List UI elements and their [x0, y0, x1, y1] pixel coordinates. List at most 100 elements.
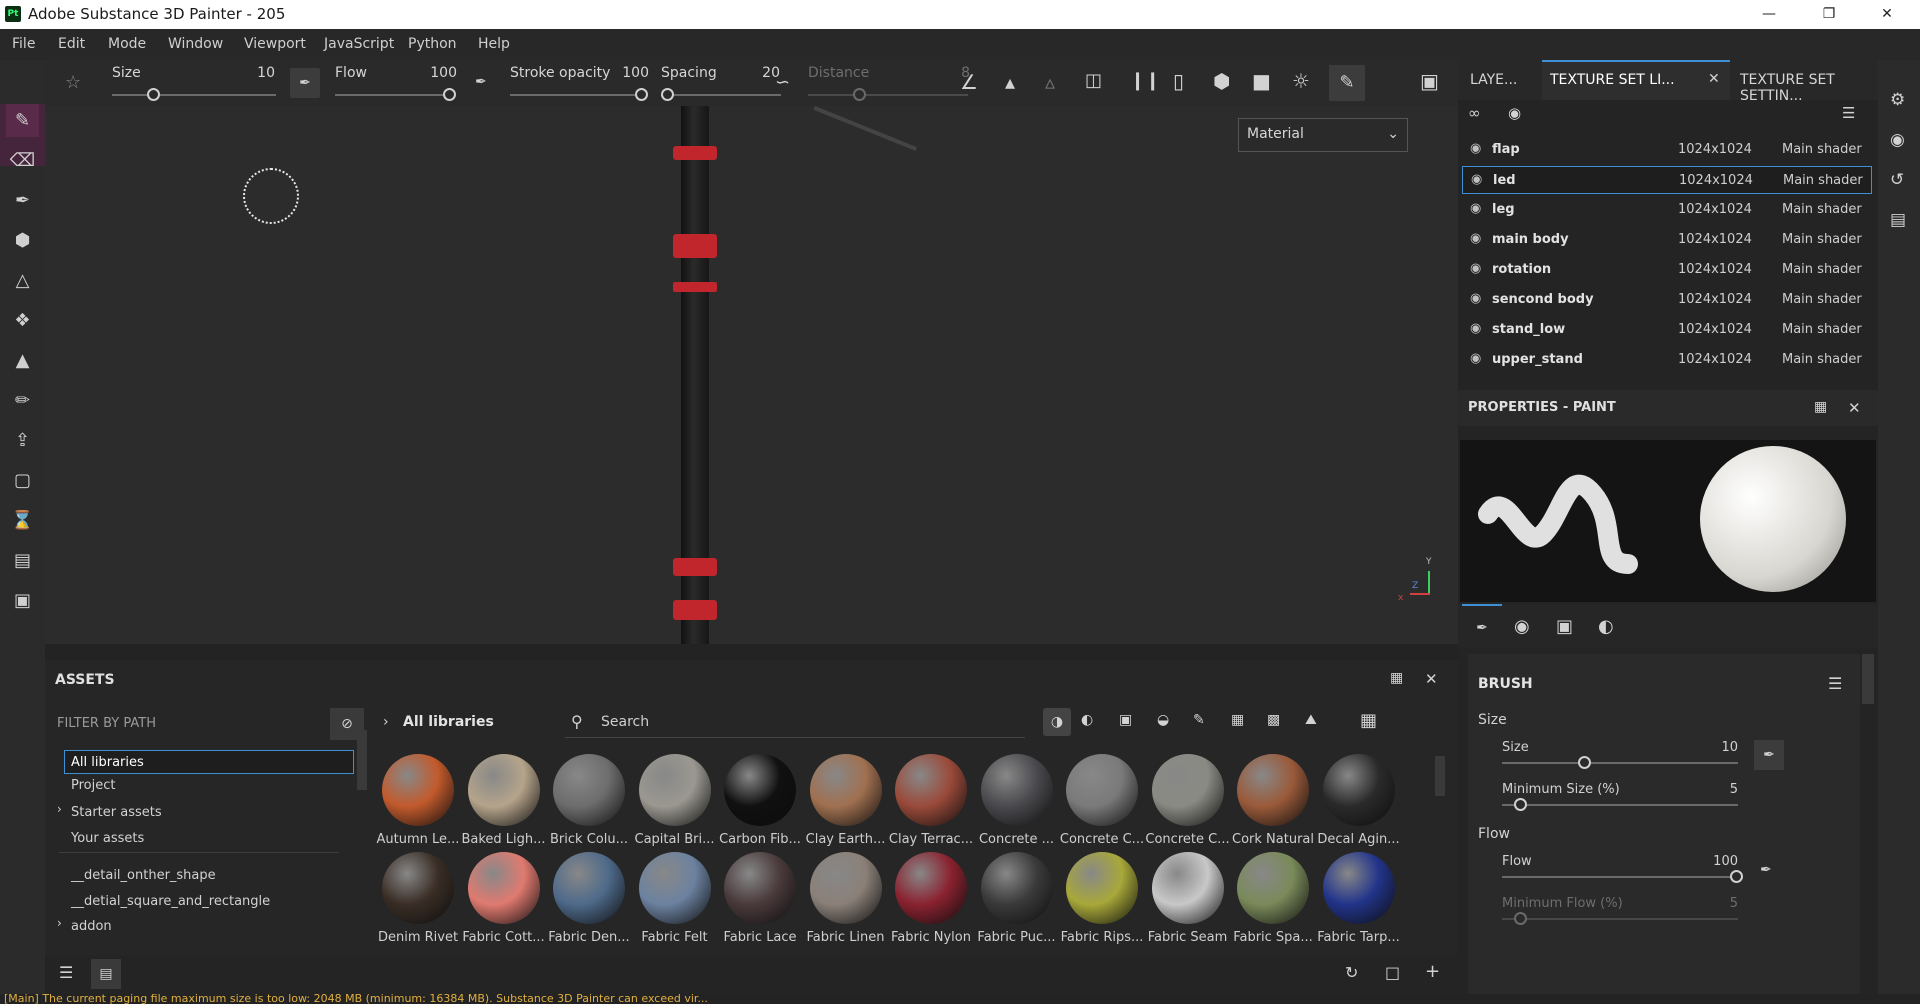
asset-tile[interactable]: Clay Earth...	[803, 754, 889, 847]
flow-value[interactable]: 100	[415, 65, 457, 81]
close-properties-icon[interactable]: ✕	[1848, 399, 1861, 417]
asset-tile[interactable]: Fabric Nylon	[888, 852, 974, 945]
menu-window[interactable]: Window	[168, 36, 223, 52]
texture-set-row[interactable]: ◉ sencond body 1024x1024 Main shader	[1462, 286, 1872, 314]
tree-item-detail-shape[interactable]: __detail_onther_shape	[71, 868, 216, 883]
close-window-icon[interactable]: ✕	[1864, 0, 1910, 29]
display-settings-icon[interactable]: ⚙	[1890, 90, 1905, 110]
prop-size-slider-handle[interactable]	[1578, 756, 1591, 769]
prop-min-size-slider[interactable]	[1502, 804, 1738, 806]
channel-select[interactable]: Material ⌄	[1238, 118, 1408, 152]
camera-frame-icon[interactable]: ▯	[1173, 69, 1184, 93]
texture-set-shader[interactable]: Main shader	[1783, 173, 1863, 188]
asset-tile[interactable]: Autumn Le...	[375, 754, 461, 847]
asset-tile[interactable]: Decal Agin...	[1316, 754, 1402, 847]
refresh-icon[interactable]: ↻	[1345, 963, 1358, 982]
expand-arrow-icon[interactable]: ›	[57, 916, 62, 930]
size-value[interactable]: 10	[235, 65, 275, 81]
menu-edit[interactable]: Edit	[58, 36, 85, 52]
distance-slider[interactable]	[808, 94, 968, 96]
texture-set-row[interactable]: ◉ upper_stand 1024x1024 Main shader	[1462, 346, 1872, 374]
asset-tile[interactable]: Fabric Puc...	[974, 852, 1060, 945]
prop-size-value[interactable]: 10	[1698, 740, 1738, 755]
tree-item-all-libraries[interactable]: All libraries	[64, 750, 354, 774]
menu-help[interactable]: Help	[478, 36, 510, 52]
asset-tile[interactable]: Concrete C...	[1145, 754, 1231, 847]
spacing-slider-handle[interactable]	[661, 88, 674, 101]
asset-tile[interactable]: Fabric Den...	[546, 852, 632, 945]
texture-set-shader[interactable]: Main shader	[1782, 322, 1862, 337]
asset-tile[interactable]: Concrete ...	[974, 754, 1060, 847]
eye-icon[interactable]: ◉	[1471, 172, 1482, 187]
grid-view-icon[interactable]: ▦	[1360, 710, 1377, 731]
cube-view-icon[interactable]: ⬢	[1213, 69, 1230, 93]
visibility-icon[interactable]: ◉	[1508, 104, 1521, 122]
paint-mode-icon[interactable]: ✎	[1329, 65, 1365, 101]
asset-tile[interactable]: Carbon Fib...	[717, 754, 803, 847]
shader-settings-icon[interactable]: ◉	[1890, 130, 1905, 150]
menu-icon[interactable]: ☰	[1842, 104, 1855, 122]
texture-set-row[interactable]: ◉ led 1024x1024 Main shader	[1462, 166, 1872, 194]
projection-icon[interactable]: ✒	[6, 184, 39, 217]
menu-file[interactable]: File	[12, 36, 35, 52]
stroke-opacity-slider-handle[interactable]	[635, 88, 648, 101]
video-camera-icon[interactable]: ■	[1252, 69, 1271, 93]
bake-icon[interactable]: ⇪	[6, 424, 39, 457]
hide-layers-icon[interactable]: ◫	[1085, 70, 1102, 91]
tab-texture-set-list[interactable]: TEXTURE SET LI... ✕	[1542, 60, 1730, 100]
new-folder-icon[interactable]: □	[1385, 963, 1400, 982]
texture-set-shader[interactable]: Main shader	[1782, 352, 1862, 367]
prop-min-flow-slider-handle[interactable]	[1514, 912, 1527, 925]
export-box-icon[interactable]: ▣	[6, 584, 39, 617]
asset-tile[interactable]: Fabric Rips...	[1059, 852, 1145, 945]
filter-textures-icon[interactable]: ▦	[1231, 712, 1244, 728]
hourglass-icon[interactable]: ⌛	[6, 504, 39, 537]
properties-scrollbar[interactable]	[1862, 654, 1874, 704]
measure-icon[interactable]: ▤	[6, 544, 39, 577]
texture-set-shader[interactable]: Main shader	[1782, 202, 1862, 217]
size-pressure-icon[interactable]: ✒	[1754, 740, 1784, 770]
tree-item-project[interactable]: Project	[71, 778, 115, 793]
texture-set-row[interactable]: ◉ rotation 1024x1024 Main shader	[1462, 256, 1872, 284]
texture-set-row[interactable]: ◉ flap 1024x1024 Main shader	[1462, 136, 1872, 164]
filter-brushes-icon[interactable]: ✎	[1193, 712, 1205, 728]
texture-set-shader[interactable]: Main shader	[1782, 292, 1862, 307]
asset-scrollbar[interactable]	[1435, 756, 1445, 796]
menu-mode[interactable]: Mode	[108, 36, 146, 52]
filter-materials-icon[interactable]: ◑	[1043, 708, 1071, 736]
asset-tile[interactable]: Capital Bri...	[632, 754, 718, 847]
stroke-opacity-value[interactable]: 100	[605, 65, 649, 81]
texture-set-row[interactable]: ◉ main body 1024x1024 Main shader	[1462, 226, 1872, 254]
eye-icon[interactable]: ◉	[1470, 291, 1481, 306]
pause-icon[interactable]: ❙❙	[1130, 70, 1160, 91]
expand-arrow-icon[interactable]: ›	[57, 802, 62, 816]
eye-icon[interactable]: ◉	[1470, 261, 1481, 276]
eraser-icon[interactable]: ⌫	[6, 144, 39, 177]
history-icon[interactable]: ↺	[1890, 170, 1904, 190]
detail-view-icon[interactable]: ▤	[91, 959, 121, 989]
filter-grid-icon[interactable]: ▩	[1267, 712, 1280, 728]
menu-viewport[interactable]: Viewport	[244, 36, 306, 52]
texture-set-row[interactable]: ◉ stand_low 1024x1024 Main shader	[1462, 316, 1872, 344]
viewport-3d[interactable]: Material ⌄ Y Z x	[45, 106, 1458, 644]
alpha-tab-icon[interactable]: ◉	[1514, 616, 1530, 637]
prop-flow-slider[interactable]	[1502, 876, 1738, 878]
prop-flow-value[interactable]: 100	[1688, 854, 1738, 869]
asset-tile[interactable]: Fabric Spa...	[1230, 852, 1316, 945]
asset-tile[interactable]: Baked Ligh...	[461, 754, 547, 847]
flow-pressure-icon[interactable]: ✒	[475, 74, 487, 90]
stroke-opacity-slider[interactable]	[510, 94, 647, 96]
prop-size-slider[interactable]	[1502, 762, 1738, 764]
spacing-value[interactable]: 20	[735, 65, 780, 81]
eye-icon[interactable]: ◉	[1470, 321, 1481, 336]
color-picker-icon[interactable]: ✏	[6, 384, 39, 417]
asset-tile[interactable]: Fabric Cott...	[461, 852, 547, 945]
tree-scrollbar[interactable]	[357, 730, 367, 790]
asset-tile[interactable]: Fabric Seam	[1145, 852, 1231, 945]
texture-set-shader[interactable]: Main shader	[1782, 262, 1862, 277]
log-icon[interactable]: ▤	[1890, 210, 1906, 230]
prop-flow-slider-handle[interactable]	[1730, 870, 1743, 883]
asset-tile[interactable]: Brick Colu...	[546, 754, 632, 847]
texture-set-shader[interactable]: Main shader	[1782, 142, 1862, 157]
asset-tile[interactable]: Clay Terrac...	[888, 754, 974, 847]
